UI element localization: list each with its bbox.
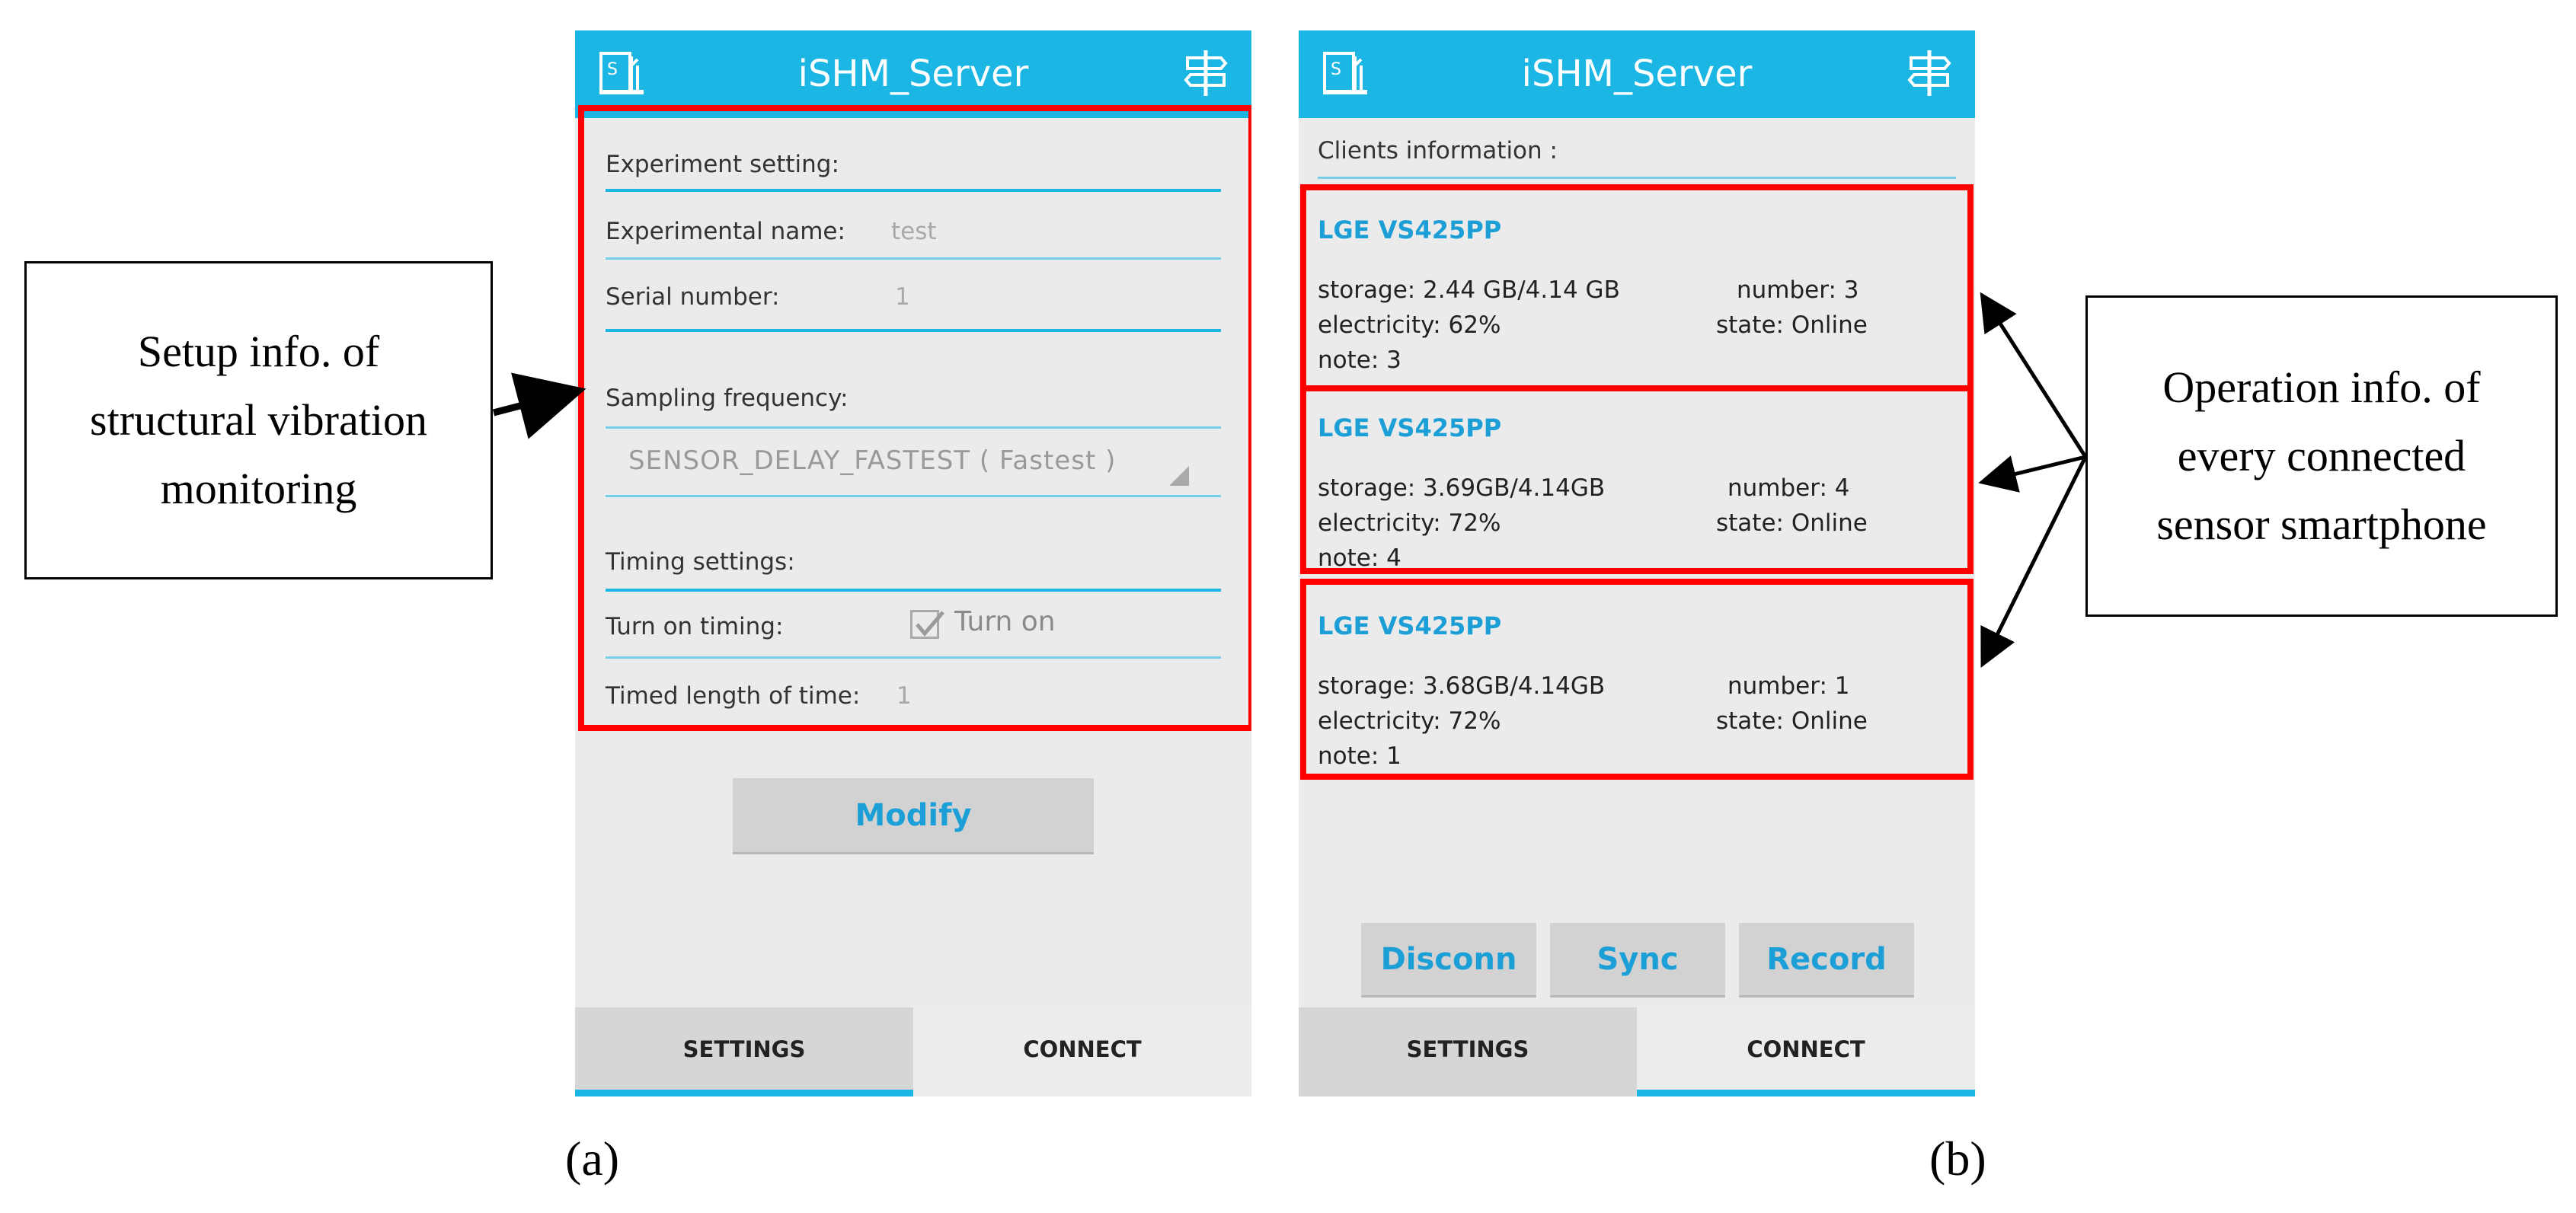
operation-arrow	[1980, 455, 2088, 668]
callout-arrows	[492, 292, 2088, 668]
operation-arrow	[1978, 455, 2086, 493]
operation-arrow	[1980, 292, 2088, 458]
caption-b: (b)	[1929, 1132, 1986, 1186]
caption-a: (a)	[565, 1132, 620, 1186]
setup-arrow	[492, 372, 586, 439]
